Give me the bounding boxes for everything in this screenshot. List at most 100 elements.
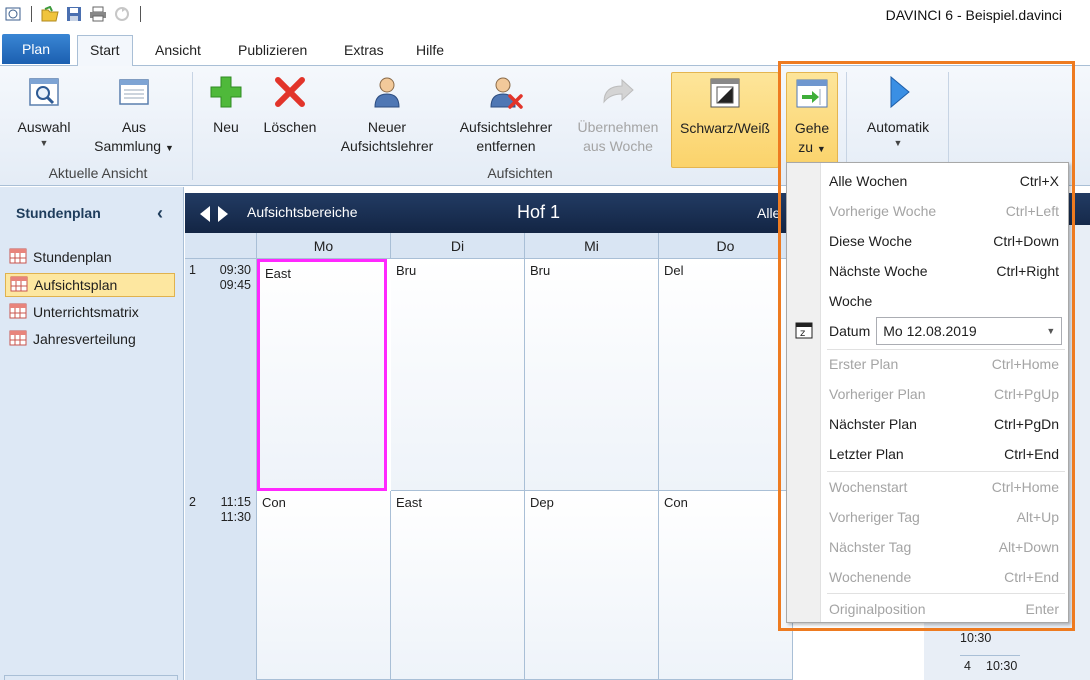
next-arrow-icon[interactable] [217, 205, 229, 226]
menu-item-vorherige-woche[interactable]: Vorherige Woche Ctrl+Left [829, 199, 1065, 223]
datum-value: Mo 12.08.2019 [883, 323, 977, 339]
menu-item-erster-plan[interactable]: Erster Plan Ctrl+Home [829, 352, 1065, 376]
chevron-down-icon[interactable]: ▼ [1046, 326, 1055, 336]
schedule-cell[interactable]: Del [659, 259, 793, 491]
tab-publizieren[interactable]: Publizieren [238, 42, 307, 58]
loeschen-button[interactable]: Löschen [258, 74, 322, 137]
sidebar-header: Stundenplan ‹ [0, 187, 183, 239]
menu-item-vorheriger-tag[interactable]: Vorheriger Tag Alt+Up [829, 505, 1065, 529]
schedule-cell[interactable]: Con [659, 491, 793, 680]
automatik-button[interactable]: Automatik ▼ [858, 74, 938, 149]
save-icon[interactable] [65, 5, 83, 23]
tab-start[interactable]: Start [77, 35, 133, 67]
neu-button[interactable]: Neu [204, 74, 248, 137]
window-list-icon [116, 74, 152, 115]
day-header-di[interactable]: Di [391, 233, 525, 259]
app-icon[interactable] [4, 5, 22, 23]
menu-item-naechster-tag[interactable]: Nächster Tag Alt+Down [829, 535, 1065, 559]
collapse-chevron-icon[interactable]: ‹ [157, 203, 163, 224]
magnifier-window-icon [26, 74, 62, 115]
aus-sammlung-button[interactable]: Aus Sammlung ▼ [88, 74, 180, 158]
ribbon-tab-row: Plan Start Ansicht Publizieren Extras Hi… [0, 32, 1090, 67]
schedule-cell[interactable]: East [391, 491, 525, 680]
tab-hilfe[interactable]: Hilfe [416, 42, 444, 58]
datum-row: Datum Mo 12.08.2019 ▼ [829, 317, 1063, 345]
right-panel-slot-num: 4 [964, 659, 971, 673]
schwarz-weiss-label: Schwarz/Weiß [680, 120, 770, 136]
time-column: 1 09:30 09:45 2 11:15 11:30 [185, 259, 257, 680]
day-header-mo[interactable]: Mo [257, 233, 391, 259]
schedule-cell[interactable]: Bru [525, 259, 659, 491]
right-filter-label[interactable]: Alle [757, 205, 780, 221]
aus-sammlung-label-1: Aus [121, 119, 147, 135]
menu-item-alle-wochen[interactable]: Alle Wochen Ctrl+X [829, 169, 1065, 193]
neuer-aufsichtslehrer-button[interactable]: Neuer Aufsichtslehrer [334, 74, 440, 156]
neuer-label-1: Neuer [367, 119, 407, 135]
time-slot-1: 1 09:30 09:45 [189, 263, 251, 292]
neuer-label-2: Aufsichtslehrer [340, 138, 434, 154]
tab-plan[interactable]: Plan [2, 34, 70, 64]
menu-separator [827, 349, 1065, 350]
person-remove-icon [488, 74, 524, 115]
tab-extras[interactable]: Extras [344, 42, 384, 58]
sidebar-item-label: Unterrichtsmatrix [33, 304, 139, 320]
tab-ansicht[interactable]: Ansicht [155, 42, 201, 58]
menu-item-vorheriger-plan[interactable]: Vorheriger Plan Ctrl+PgUp [829, 382, 1065, 406]
day-header-mi[interactable]: Mi [525, 233, 659, 259]
menu-item-naechste-woche[interactable]: Nächste Woche Ctrl+Right [829, 259, 1065, 283]
sidebar: Stundenplan ‹ Stundenplan Aufsichtsplan … [0, 187, 184, 680]
dropdown-arrow-icon: ▼ [893, 138, 903, 148]
dropdown-arrow-icon: ▼ [816, 144, 826, 154]
quick-access-toolbar [4, 5, 144, 23]
auswahl-button[interactable]: Auswahl ▼ [12, 74, 76, 149]
menu-item-originalposition[interactable]: Originalposition Enter [829, 597, 1065, 621]
svg-text:z: z [800, 328, 805, 339]
menu-item-naechster-plan[interactable]: Nächster Plan Ctrl+PgDn [829, 412, 1065, 436]
loeschen-label: Löschen [263, 119, 317, 135]
sidebar-item-unterrichtsmatrix[interactable]: Unterrichtsmatrix [5, 300, 175, 324]
schedule-cell[interactable]: Dep [525, 491, 659, 680]
sidebar-item-jahresverteilung[interactable]: Jahresverteilung [5, 327, 175, 351]
schedule-cell[interactable]: Con [257, 491, 391, 680]
time-slot-2: 2 11:15 11:30 [189, 495, 251, 524]
gehe-label-1: Gehe [794, 120, 830, 136]
menu-gutter [787, 163, 821, 622]
right-panel-time: 10:30 [960, 631, 992, 645]
day-header-do[interactable]: Do [659, 233, 793, 259]
menu-item-wochenende[interactable]: Wochenende Ctrl+End [829, 565, 1065, 589]
sidebar-item-stundenplan[interactable]: Stundenplan [5, 245, 175, 269]
menu-item-wochenstart[interactable]: Wochenstart Ctrl+Home [829, 475, 1065, 499]
menu-item-woche[interactable]: Woche [829, 289, 1065, 313]
gehe-label-2: zu [798, 139, 813, 155]
area-label[interactable]: Aufsichtsbereiche [247, 204, 358, 220]
right-panel-slot-start: 10:30 [986, 659, 1018, 673]
time-column-header [185, 233, 257, 259]
sidebar-bottom-panel [4, 675, 178, 680]
datum-label: Datum [829, 323, 871, 339]
qat-separator [140, 6, 141, 22]
refresh-icon[interactable] [113, 5, 131, 23]
schedule-cell[interactable]: Bru [391, 259, 525, 491]
aufsichtslehrer-entfernen-button[interactable]: Aufsichtslehrer entfernen [452, 74, 560, 156]
print-icon[interactable] [89, 5, 107, 23]
uebernehmen-label-1: Übernehmen [577, 119, 659, 135]
uebernehmen-aus-woche-button[interactable]: Übernehmen aus Woche [570, 74, 666, 156]
sidebar-item-aufsichtsplan[interactable]: Aufsichtsplan [5, 273, 175, 297]
automatik-label: Automatik [866, 119, 930, 135]
right-panel-divider [960, 655, 1020, 656]
calendar-date-icon: z [795, 321, 813, 342]
menu-item-diese-woche[interactable]: Diese Woche Ctrl+Down [829, 229, 1065, 253]
grid-icon [9, 248, 27, 267]
prev-arrow-icon[interactable] [199, 205, 211, 226]
gehe-zu-button[interactable]: Gehe zu ▼ [786, 72, 838, 168]
black-white-icon [707, 75, 743, 116]
menu-item-letzter-plan[interactable]: Letzter Plan Ctrl+End [829, 442, 1065, 466]
entfernen-label-2: entfernen [476, 138, 536, 154]
sidebar-item-label: Stundenplan [33, 249, 112, 265]
schedule-cell[interactable]: East [257, 259, 387, 491]
datum-picker[interactable]: Mo 12.08.2019 ▼ [876, 317, 1063, 345]
gehe-zu-menu: Alle Wochen Ctrl+X Vorherige Woche Ctrl+Le… [786, 162, 1069, 623]
open-icon[interactable] [41, 5, 59, 23]
schwarz-weiss-button[interactable]: Schwarz/Weiß [671, 72, 779, 168]
menu-separator [827, 593, 1065, 594]
